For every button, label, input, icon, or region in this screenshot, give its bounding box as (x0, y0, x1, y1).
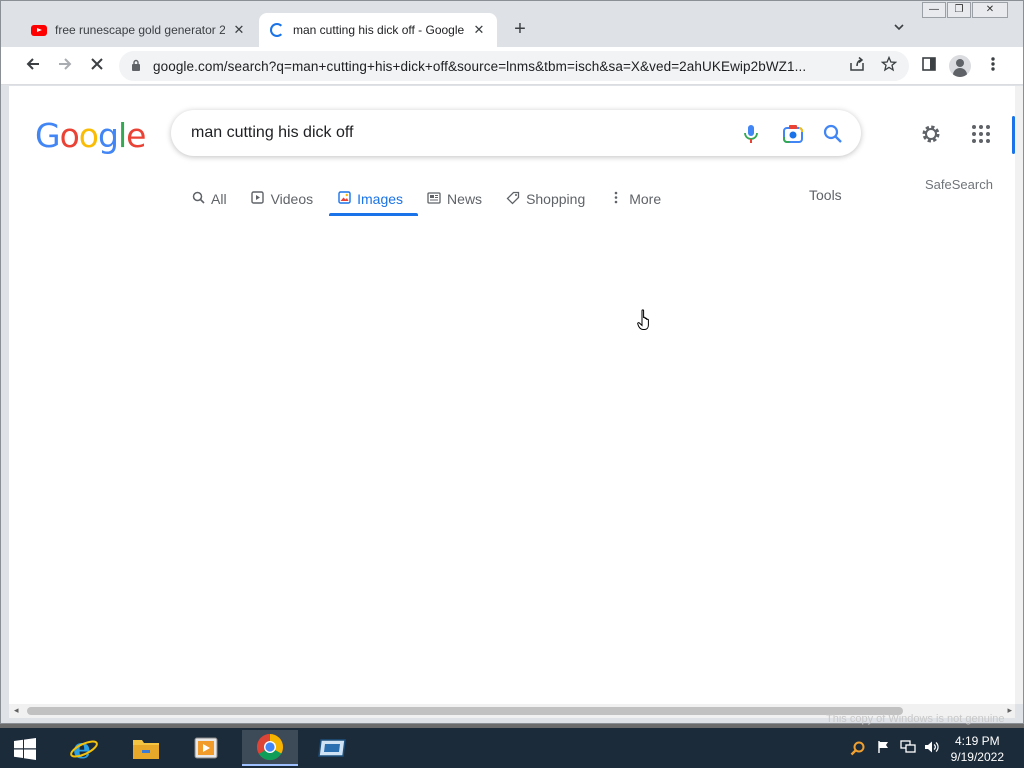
logo-letter: o (59, 116, 80, 155)
internet-explorer-icon[interactable]: e (56, 730, 112, 766)
microphone-icon[interactable] (739, 122, 763, 146)
tab-youtube[interactable]: free runescape gold generator 20 ✕ (21, 13, 257, 47)
tab-google-search[interactable]: man cutting his dick off - Google ✕ (259, 13, 497, 47)
tab-label: Shopping (526, 191, 586, 207)
lock-icon (131, 59, 145, 74)
loading-spinner-icon (269, 22, 285, 38)
search-tray-icon[interactable] (850, 740, 866, 756)
hand-cursor-icon (637, 309, 649, 330)
close-icon[interactable]: ✕ (231, 22, 247, 38)
video-icon (251, 191, 265, 207)
minimize-button[interactable]: — (922, 2, 946, 18)
close-icon[interactable]: ✕ (471, 22, 487, 38)
news-icon (427, 191, 441, 207)
camera-lens-icon[interactable] (781, 122, 805, 146)
file-explorer-icon[interactable] (118, 730, 174, 766)
logo-letter: e (126, 116, 146, 155)
network-icon[interactable] (900, 740, 916, 756)
image-icon (337, 191, 351, 207)
search-icon (191, 191, 205, 207)
safesearch-button[interactable]: SafeSearch (925, 177, 993, 192)
tab-label: News (447, 191, 483, 207)
back-button[interactable] (22, 55, 44, 77)
search-icon[interactable] (821, 122, 845, 146)
logo-letter: g (97, 116, 119, 155)
virtualbox-app-icon[interactable] (304, 730, 360, 766)
system-clock[interactable]: 4:19 PM 9/19/2022 (951, 733, 1004, 765)
tab-title: free runescape gold generator 20 (55, 23, 225, 37)
browser-window: free runescape gold generator 20 ✕ man c… (0, 0, 1024, 724)
volume-icon[interactable] (924, 740, 940, 756)
clock-date: 9/19/2022 (950, 750, 1004, 764)
side-panel-icon[interactable] (919, 56, 939, 76)
tab-title: man cutting his dick off - Google (293, 23, 465, 37)
google-logo[interactable]: Google (35, 116, 146, 155)
profile-avatar[interactable] (949, 55, 971, 77)
gear-icon[interactable] (919, 122, 943, 146)
tab-news[interactable]: News (427, 182, 482, 216)
tab-videos[interactable]: Videos (251, 182, 314, 216)
tab-label: Images (357, 191, 404, 207)
bookmark-star-icon[interactable] (879, 55, 899, 76)
active-tab-indicator (329, 213, 418, 216)
logo-letter: o (78, 116, 99, 155)
google-results-page: Google man cutting his dick off All Vide… (9, 86, 1015, 704)
chevron-down-icon (894, 24, 904, 31)
media-player-icon[interactable] (178, 730, 234, 766)
tab-strip: free runescape gold generator 20 ✕ man c… (1, 1, 1023, 47)
tab-images[interactable]: Images (337, 182, 403, 216)
tab-label: More (629, 191, 662, 207)
clock-time: 4:19 PM (954, 734, 1000, 748)
tab-label: Videos (270, 191, 314, 207)
youtube-icon (31, 22, 47, 38)
url-text: google.com/search?q=man+cutting+his+dick… (153, 58, 807, 74)
browser-toolbar: google.com/search?q=man+cutting+his+dick… (1, 47, 1023, 85)
close-icon (91, 58, 103, 70)
tab-more[interactable]: More (609, 182, 661, 216)
search-query-text: man cutting his dick off (191, 124, 354, 141)
chrome-icon[interactable] (242, 730, 298, 766)
vertical-scrollbar[interactable] (1015, 86, 1023, 704)
tab-label: All (211, 191, 227, 207)
tab-search-button[interactable] (889, 21, 909, 41)
kebab-menu-icon[interactable] (983, 56, 1003, 76)
arrow-right-icon (59, 58, 72, 70)
more-vert-icon (609, 191, 623, 207)
scroll-right-arrow-icon[interactable]: ▸ (1007, 705, 1012, 716)
tab-shopping[interactable]: Shopping (506, 182, 585, 216)
share-icon[interactable] (847, 56, 867, 76)
windows-start-icon[interactable] (14, 738, 36, 760)
google-apps-grid-icon[interactable] (971, 124, 991, 144)
stop-button[interactable] (86, 55, 108, 77)
logo-letter: l (117, 116, 127, 155)
window-close-button[interactable]: ✕ (972, 2, 1008, 18)
tab-all[interactable]: All (191, 182, 227, 216)
windows-watermark: This copy of Windows is not genuine (826, 713, 1005, 725)
flag-icon[interactable] (876, 740, 892, 756)
new-tab-button[interactable]: + (509, 19, 531, 41)
arrow-left-icon (26, 58, 39, 70)
maximize-button[interactable]: ❐ (947, 2, 971, 18)
scroll-left-arrow-icon[interactable]: ◂ (14, 705, 19, 716)
search-type-tabs: All Videos Images News Shopping More (191, 182, 685, 218)
address-bar[interactable]: google.com/search?q=man+cutting+his+dick… (119, 51, 909, 81)
tag-icon (506, 191, 520, 208)
forward-button[interactable] (54, 55, 76, 77)
taskbar: e 4:19 PM 9/19/2022 (0, 728, 1024, 768)
scrollbar-thumb[interactable] (27, 707, 903, 715)
tools-button[interactable]: Tools (809, 187, 842, 203)
logo-letter: G (35, 116, 61, 155)
